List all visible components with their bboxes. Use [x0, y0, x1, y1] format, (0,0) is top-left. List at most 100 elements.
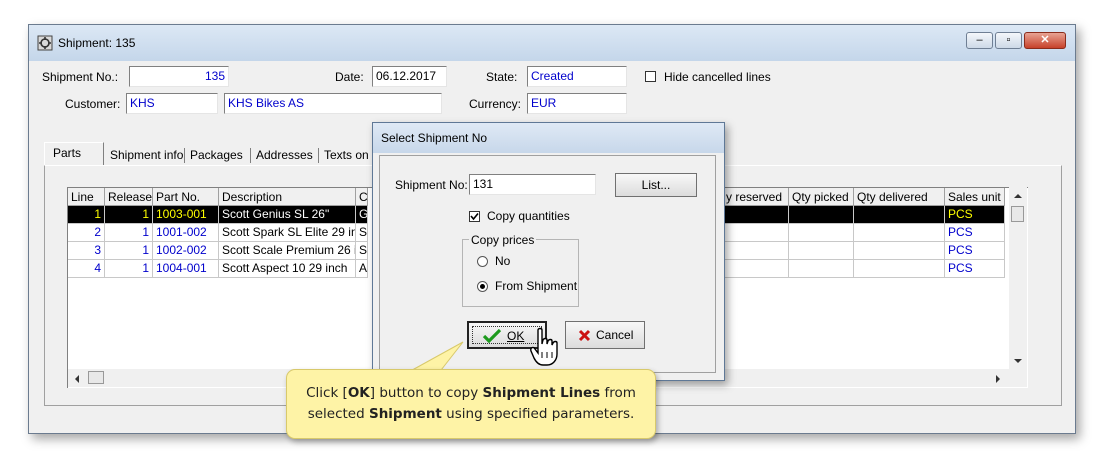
scroll-right-icon[interactable] — [994, 374, 1002, 384]
column-header-part-no[interactable]: Part No. — [153, 188, 219, 206]
cell-description: Scott Genius SL 26" — [219, 206, 356, 224]
column-header-c[interactable]: C — [356, 188, 368, 206]
cell-qty-delivered — [854, 224, 945, 242]
tab-texts[interactable]: Texts on — [324, 145, 369, 165]
scroll-left-icon[interactable] — [73, 374, 81, 384]
maximize-icon: ▫ — [1006, 34, 1011, 46]
cell-part-no: 1004-001 — [153, 260, 219, 278]
cell-description: Scott Scale Premium 26 ir — [219, 242, 356, 260]
hand-cursor-icon — [530, 327, 558, 366]
column-header-sales-unit[interactable]: Sales unit — [945, 188, 1005, 206]
close-icon — [578, 329, 591, 342]
hide-cancelled-checkbox[interactable] — [645, 71, 656, 82]
list-button[interactable]: List... — [615, 173, 697, 197]
cell-qty-reserved — [723, 206, 789, 224]
cell-c: A — [356, 260, 368, 278]
cell-part-no: 1003-001 — [153, 206, 219, 224]
tab-packages[interactable]: Packages — [190, 145, 243, 165]
window-title: Shipment: 135 — [58, 36, 136, 50]
cell-release: 1 — [105, 260, 153, 278]
cell-c: G — [356, 206, 368, 224]
column-header-line[interactable]: Line — [68, 188, 105, 206]
cell-release: 1 — [105, 242, 153, 260]
cell-qty-reserved — [723, 224, 789, 242]
radio-from-shipment-label: From Shipment — [495, 279, 578, 293]
column-header-description[interactable]: Description — [219, 188, 356, 206]
close-icon: ✕ — [1040, 34, 1050, 46]
dialog-shipment-no-label: Shipment No: — [395, 178, 468, 192]
scroll-down-icon[interactable] — [1013, 357, 1023, 365]
shipment-no-label: Shipment No.: — [42, 70, 119, 84]
date-label: Date: — [335, 70, 364, 84]
cell-qty-delivered — [854, 260, 945, 278]
callout-line-1: Click [OK] button to copy Shipment Lines… — [306, 385, 636, 401]
scroll-up-icon[interactable] — [1013, 192, 1023, 200]
cell-line: 3 — [68, 242, 105, 260]
cell-qty-delivered — [854, 206, 945, 224]
copy-prices-group — [462, 239, 579, 307]
column-header-qty-picked[interactable]: Qty picked — [789, 188, 854, 206]
cancel-label: Cancel — [596, 328, 634, 342]
state-label: State: — [486, 70, 518, 84]
cell-release: 1 — [105, 224, 153, 242]
cell-c: S — [356, 242, 368, 260]
cell-sales-unit: PCS — [945, 224, 1005, 242]
shipment-no-field[interactable]: 135 — [129, 66, 229, 87]
ok-label: OK — [507, 329, 525, 343]
dialog-shipment-no-field[interactable]: 131 — [469, 174, 596, 195]
cell-qty-delivered — [854, 242, 945, 260]
title-bar[interactable]: Shipment: 135 – ▫ ✕ — [29, 25, 1075, 61]
maximize-button[interactable]: ▫ — [995, 32, 1022, 49]
minimize-button[interactable]: – — [966, 32, 993, 49]
tab-divider — [184, 148, 185, 163]
cell-sales-unit: PCS — [945, 260, 1005, 278]
customer-label: Customer: — [65, 97, 121, 111]
tab-shipment-info[interactable]: Shipment info — [110, 145, 183, 165]
tab-parts[interactable]: Parts — [44, 142, 104, 166]
date-field[interactable]: 06.12.2017 — [372, 66, 447, 87]
tab-parts-label: Parts — [53, 146, 82, 160]
callout-tooltip: Click [OK] button to copy Shipment Lines… — [286, 369, 656, 439]
copy-prices-group-label: Copy prices — [469, 233, 537, 247]
radio-dot — [480, 284, 485, 289]
customer-code-field[interactable]: KHS — [126, 93, 218, 114]
tab-divider — [250, 148, 251, 163]
radio-no[interactable] — [477, 256, 488, 267]
cell-qty-reserved — [723, 242, 789, 260]
cell-part-no: 1001-002 — [153, 224, 219, 242]
state-field[interactable]: Created — [527, 66, 627, 87]
dialog-title[interactable]: Select Shipment No — [373, 123, 724, 153]
hide-cancelled-label: Hide cancelled lines — [664, 70, 771, 84]
column-header-qty-delivered[interactable]: Qty delivered — [854, 188, 945, 206]
callout-line-2: selected Shipment using specified parame… — [307, 406, 635, 422]
tab-addresses[interactable]: Addresses — [256, 145, 313, 165]
cell-sales-unit: PCS — [945, 242, 1005, 260]
scroll-thumb[interactable] — [1011, 206, 1024, 222]
cell-line: 4 — [68, 260, 105, 278]
currency-field[interactable]: EUR — [527, 93, 627, 114]
cell-description: Scott Aspect 10 29 inch — [219, 260, 356, 278]
cell-line: 2 — [68, 224, 105, 242]
cell-line: 1 — [68, 206, 105, 224]
scroll-thumb[interactable] — [88, 371, 104, 384]
column-header-release[interactable]: Release — [105, 188, 153, 206]
app-icon — [37, 35, 53, 51]
cell-part-no: 1002-002 — [153, 242, 219, 260]
cell-qty-picked — [789, 224, 854, 242]
cell-qty-picked — [789, 206, 854, 224]
cancel-button[interactable]: Cancel — [565, 321, 645, 349]
radio-from-shipment[interactable] — [477, 281, 488, 292]
cell-c: S — [356, 224, 368, 242]
minimize-icon: – — [976, 34, 983, 46]
cell-qty-reserved — [723, 260, 789, 278]
copy-quantities-checkbox[interactable] — [469, 211, 480, 222]
radio-no-label: No — [495, 254, 511, 268]
customer-name-field[interactable]: KHS Bikes AS — [224, 93, 442, 114]
close-button[interactable]: ✕ — [1024, 32, 1066, 49]
cell-sales-unit: PCS — [945, 206, 1005, 224]
cell-qty-picked — [789, 242, 854, 260]
copy-quantities-label: Copy quantities — [487, 209, 570, 223]
vertical-scrollbar[interactable] — [1009, 187, 1027, 387]
column-header-qty-reserved[interactable]: y reserved — [723, 188, 789, 206]
cell-qty-picked — [789, 260, 854, 278]
